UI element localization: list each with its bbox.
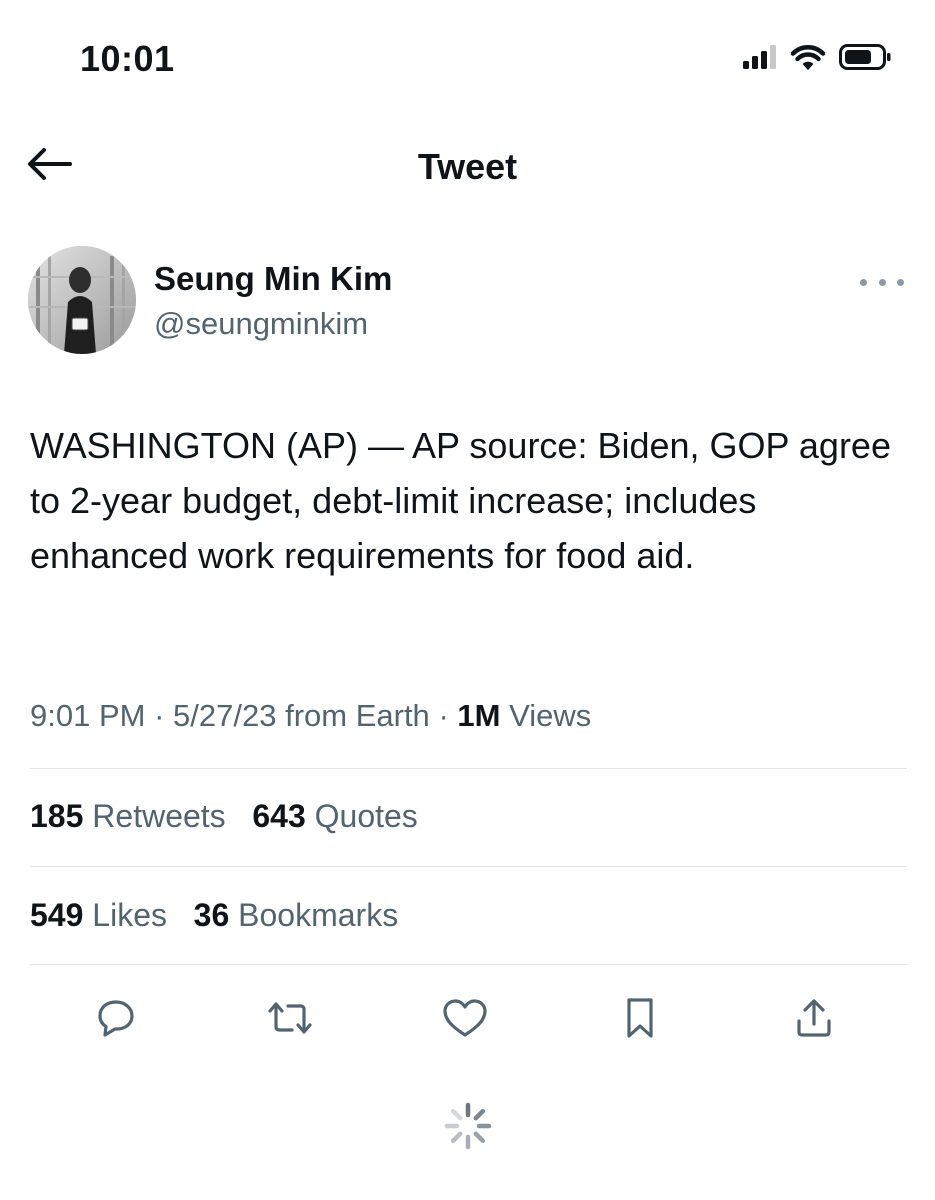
retweet-icon [265,995,315,1046]
more-horizontal-icon-dot [878,278,886,286]
meta-separator: · [154,698,165,733]
bookmarks-stat[interactable]: 36 Bookmarks [194,897,399,933]
views-label: Views [509,698,592,733]
divider [30,866,907,867]
bookmarks-count: 36 [193,897,230,933]
stats-row-reactions: 549 Likes 36 Bookmarks [30,897,398,934]
bookmark-button[interactable] [612,992,668,1048]
likes-label: Likes [92,897,167,933]
tweet-date[interactable]: 5/27/23 [173,698,276,733]
tweet-author: Seung Min Kim @seungminkim [28,246,908,358]
wifi-icon [790,44,826,75]
battery-icon [839,44,891,75]
nav-header: Tweet [0,130,935,202]
more-horizontal-icon-dot [897,278,904,286]
quotes-count: 643 [252,798,306,834]
retweets-count: 185 [30,798,84,834]
share-icon [791,995,837,1046]
author-name[interactable]: Seung Min Kim [154,260,392,298]
bookmark-icon [620,995,660,1046]
retweet-button[interactable] [262,992,318,1048]
share-button[interactable] [786,992,842,1048]
tweet-source: from Earth [285,698,430,733]
bookmarks-label: Bookmarks [238,897,399,933]
tweet-meta: 9:01 PM · 5/27/23 from Earth · 1M Views [30,698,591,734]
reply-icon [93,995,139,1046]
divider [30,964,907,965]
likes-count: 549 [30,897,84,933]
page-title: Tweet [417,146,518,187]
retweets-stat[interactable]: 185 Retweets [30,798,235,834]
more-horizontal-icon [860,278,867,286]
meta-separator: · [438,698,449,733]
tweet-text: WASHINGTON (AP) — AP source: Biden, GOP … [30,425,891,576]
reply-button[interactable] [88,992,144,1048]
status-time: 10:01 [80,38,175,79]
quotes-stat[interactable]: 643 Quotes [252,798,417,834]
tweet-action-bar [0,992,935,1048]
more-options-button[interactable] [860,272,904,292]
loading-spinner-icon [444,1102,492,1150]
author-handle[interactable]: @seungminkim [154,306,368,342]
likes-stat[interactable]: 549 Likes [30,897,176,933]
views-count: 1M [457,698,501,733]
status-icons [743,44,891,75]
tweet-detail-screen: 10:01 Tweet Seung Min Kim @seungminkim W… [0,0,935,1200]
quotes-label: Quotes [314,798,418,834]
divider [30,768,907,769]
stats-row-engagement: 185 Retweets 643 Quotes [30,798,418,835]
like-button[interactable] [437,992,493,1048]
status-bar: 10:01 [0,0,935,110]
tweet-time[interactable]: 9:01 PM [30,698,145,733]
cellular-signal-icon [743,45,777,74]
avatar[interactable] [28,246,136,354]
like-icon [441,996,489,1045]
retweets-label: Retweets [92,798,226,834]
